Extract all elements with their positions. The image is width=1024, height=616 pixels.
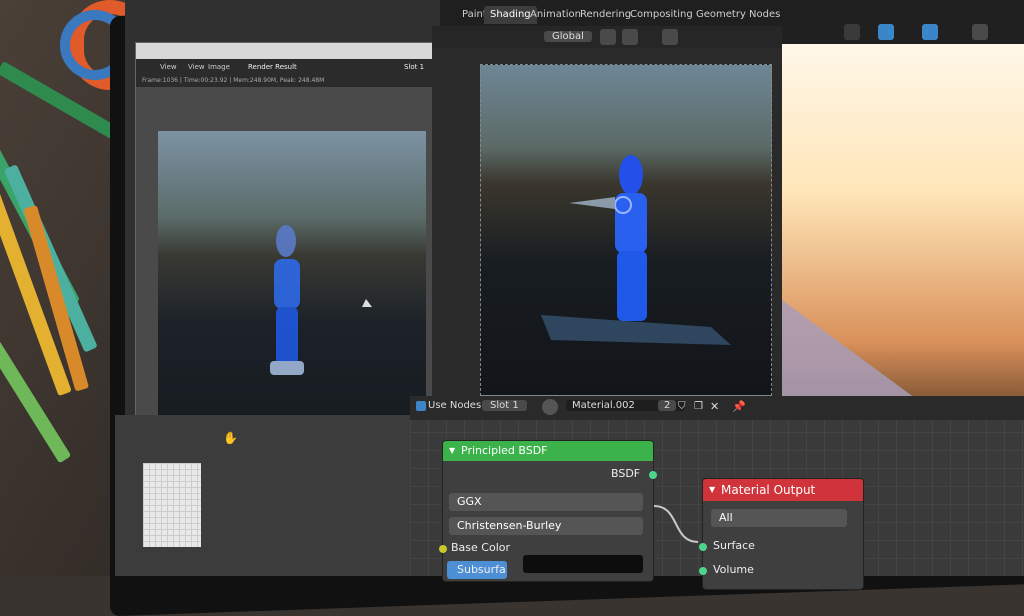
menu-image[interactable]: Image [208, 59, 230, 75]
render-stats: Frame:1036 | Time:00:23.92 | Mem:248.90M… [136, 75, 462, 87]
menu-view-2[interactable]: View [188, 59, 205, 75]
render-window-titlebar[interactable] [136, 43, 456, 59]
viewport-header: Global [432, 26, 782, 48]
subsurface-method-dropdown[interactable]: Christensen-Burley [449, 517, 643, 535]
render-image [158, 131, 426, 441]
base-color-socket[interactable] [439, 545, 447, 553]
right-panel-header [782, 20, 1024, 44]
file-browser-panel: ✋ [115, 415, 415, 576]
material-output-node[interactable]: ▼ Material Output All Surface Volume [699, 478, 864, 590]
material-output-header[interactable]: ▼ Material Output [703, 479, 863, 501]
target-dropdown[interactable]: All [711, 509, 847, 527]
viewport-figure [541, 155, 731, 345]
render-result-window: View View Image Render Result Slot 1 Fra… [135, 42, 462, 464]
image-name-field[interactable]: Render Result [248, 59, 297, 75]
tab-geometry-nodes[interactable]: Geometry Nodes [690, 6, 786, 24]
bsdf-node-header[interactable]: ▼ Principled BSDF [443, 441, 653, 461]
render-window-menubar: View View Image Render Result Slot 1 [136, 59, 456, 75]
environment-preview-panel [782, 20, 1024, 450]
mouse-cursor [362, 299, 372, 307]
bsdf-output-socket[interactable] [649, 471, 657, 479]
tab-compositing[interactable]: Compositing [624, 6, 699, 24]
camera-view [480, 64, 772, 396]
rendered-figure [270, 225, 372, 375]
collapse-arrow-icon[interactable]: ▼ [449, 441, 455, 461]
falloff-icon[interactable] [662, 29, 678, 45]
material-output-title: Material Output [721, 483, 816, 497]
shader-node-editor[interactable]: Use Nodes Slot 1 Material.002 2 ⛉ ❐ ✕ 📌 … [410, 396, 1024, 590]
surface-input-label: Surface [713, 539, 755, 552]
base-color-label: Base Color [451, 541, 511, 554]
principled-bsdf-node[interactable]: ▼ Principled BSDF BSDF GGX Christensen-B… [439, 440, 657, 582]
volume-socket[interactable] [699, 567, 707, 575]
collapse-arrow-icon[interactable]: ▼ [709, 479, 715, 501]
texture-thumbnail[interactable] [143, 463, 201, 547]
object-mode-icon[interactable] [844, 24, 860, 40]
3d-viewport[interactable]: Global [432, 26, 782, 396]
bsdf-output-label: BSDF [611, 467, 641, 480]
menu-view[interactable]: View [160, 59, 177, 75]
hand-icon[interactable]: ✋ [223, 431, 238, 445]
volume-input-label: Volume [713, 563, 754, 576]
subsurface-label: Subsurfa [457, 563, 506, 576]
surface-socket[interactable] [699, 543, 707, 551]
distribution-dropdown[interactable]: GGX [449, 493, 643, 511]
gizmo-icon[interactable] [878, 24, 894, 40]
orientation-dropdown[interactable]: Global [544, 31, 592, 42]
overlay-icon[interactable] [922, 24, 938, 40]
bsdf-node-title: Principled BSDF [461, 444, 548, 457]
base-color-swatch[interactable] [523, 555, 643, 573]
proportional-edit-icon[interactable] [622, 29, 638, 45]
snap-icon[interactable] [600, 29, 616, 45]
shading-mode-icon[interactable] [972, 24, 988, 40]
slot-selector[interactable]: Slot 1 [404, 59, 424, 75]
